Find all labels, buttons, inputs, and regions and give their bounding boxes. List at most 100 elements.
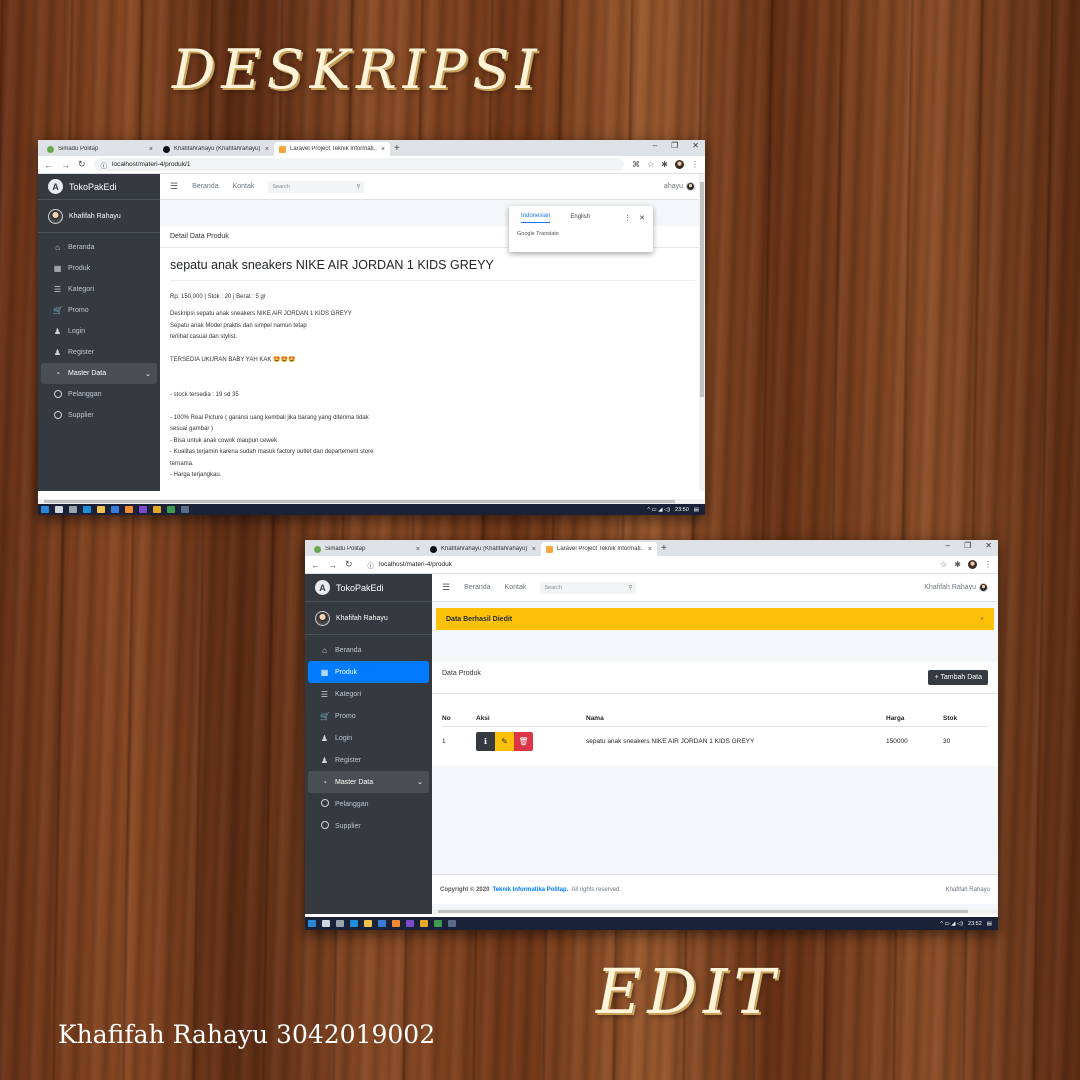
sidebar-item-master-data[interactable]: ◔ Master Data ⌄ — [41, 363, 157, 384]
delete-button[interactable]: 🗑 — [514, 731, 533, 751]
app-icon[interactable] — [434, 920, 442, 927]
hamburger-icon[interactable]: ☰ — [170, 181, 178, 192]
edit-button[interactable]: ✎ — [495, 731, 514, 751]
sidebar-item-supplier[interactable]: Supplier — [308, 815, 429, 837]
app-icon[interactable] — [153, 506, 161, 513]
user-panel[interactable]: Khafifah Rahayu — [38, 200, 160, 233]
chrome-icon[interactable] — [181, 506, 189, 513]
app-icon[interactable] — [406, 920, 414, 927]
sidebar-item-kategori[interactable]: ☰ Kategori — [41, 279, 157, 300]
task-view-icon[interactable] — [336, 920, 344, 927]
windows-start-icon[interactable] — [308, 920, 316, 927]
app-icon[interactable] — [167, 506, 175, 513]
search-icon[interactable] — [322, 920, 330, 927]
vertical-scrollbar[interactable] — [699, 174, 705, 491]
sidebar-item-beranda[interactable]: ⌂ Beranda — [41, 237, 157, 258]
new-tab-button[interactable]: + — [661, 542, 667, 556]
app-icon[interactable] — [125, 506, 133, 513]
close-icon[interactable]: × — [381, 146, 385, 153]
close-icon[interactable]: × — [980, 616, 984, 623]
store-icon[interactable] — [111, 506, 119, 513]
url-field[interactable]: ⓘ localhost/materi-4/produk/1 — [93, 158, 625, 171]
minimize-button[interactable]: – — [653, 141, 657, 150]
task-view-icon[interactable] — [69, 506, 77, 513]
folder-icon[interactable] — [97, 506, 105, 513]
search-input[interactable]: Search ⚲ — [268, 180, 365, 193]
nav-beranda[interactable]: Beranda — [192, 183, 218, 190]
back-icon[interactable]: ← — [44, 160, 53, 170]
folder-icon[interactable] — [364, 920, 372, 927]
sidebar-item-register[interactable]: ♟ Register — [41, 342, 157, 363]
user-menu[interactable]: ahayu — [664, 182, 695, 191]
search-input[interactable]: Search ⚲ — [540, 581, 637, 594]
notification-icon[interactable]: ▤ — [987, 921, 992, 927]
close-icon[interactable]: × — [149, 146, 153, 153]
forward-icon[interactable]: → — [328, 560, 337, 570]
search-icon[interactable] — [55, 506, 63, 513]
close-window-button[interactable]: ✕ — [692, 141, 699, 150]
browser-tab-github[interactable]: Khafifahrahayu (Khafifahrahayu) × — [425, 542, 541, 556]
extensions-icon[interactable]: ✱ — [661, 160, 668, 169]
sidebar-item-master-data[interactable]: ◔ Master Data ⌄ — [308, 771, 429, 793]
close-icon[interactable]: ✕ — [639, 214, 645, 222]
user-menu[interactable]: Khafifah Rahayu — [924, 583, 988, 592]
sidebar-item-supplier[interactable]: Supplier — [41, 405, 157, 426]
minimize-button[interactable]: – — [946, 541, 950, 550]
edge-icon[interactable] — [350, 920, 358, 927]
sidebar-item-produk[interactable]: ▦ Produk — [41, 258, 157, 279]
tray-icons[interactable]: ^ ▭ ◢ ◁) — [647, 507, 670, 513]
horizontal-scrollbar[interactable] — [432, 909, 998, 914]
chrome-icon[interactable] — [448, 920, 456, 927]
star-icon[interactable]: ☆ — [647, 160, 654, 169]
sidebar-item-pelanggan[interactable]: Pelanggan — [41, 384, 157, 405]
app-icon[interactable] — [139, 506, 147, 513]
sidebar-item-pelanggan[interactable]: Pelanggan — [308, 793, 429, 815]
reload-icon[interactable]: ↻ — [78, 159, 86, 170]
browser-tab-simadu[interactable]: Simadu Politap × — [309, 542, 425, 556]
translate-lang-english[interactable]: English — [570, 214, 590, 223]
nav-kontak[interactable]: Kontak — [505, 584, 527, 591]
add-data-button[interactable]: + Tambah Data — [928, 670, 988, 685]
menu-icon[interactable]: ⋮ — [691, 160, 699, 169]
close-icon[interactable]: × — [265, 146, 269, 153]
store-icon[interactable] — [378, 920, 386, 927]
user-panel[interactable]: Khafifah Rahayu — [305, 602, 432, 635]
sidebar-item-promo[interactable]: 🛒 Promo — [308, 705, 429, 727]
app-icon[interactable] — [420, 920, 428, 927]
profile-avatar[interactable] — [675, 160, 684, 169]
translate-icon[interactable]: ⌘ — [632, 160, 640, 169]
reload-icon[interactable]: ↻ — [345, 559, 353, 570]
sidebar-item-login[interactable]: ♟ Login — [308, 727, 429, 749]
more-icon[interactable]: ⋮ — [624, 214, 631, 222]
close-icon[interactable]: × — [416, 546, 420, 553]
back-icon[interactable]: ← — [311, 560, 320, 570]
browser-tab-laravel[interactable]: Laravel Project Teknik Informati... × — [274, 142, 390, 156]
brand[interactable]: A TokoPakEdi — [305, 574, 432, 602]
brand[interactable]: A TokoPakEdi — [38, 174, 160, 200]
new-tab-button[interactable]: + — [394, 142, 400, 156]
browser-tab-laravel[interactable]: Laravel Project Teknik Informati... × — [541, 542, 657, 556]
maximize-button[interactable]: ❐ — [671, 141, 678, 150]
star-icon[interactable]: ☆ — [940, 560, 947, 569]
profile-avatar[interactable] — [968, 560, 977, 569]
sidebar-item-promo[interactable]: 🛒 Promo — [41, 300, 157, 321]
search-icon[interactable]: ⚲ — [628, 585, 632, 591]
edge-icon[interactable] — [83, 506, 91, 513]
sidebar-item-beranda[interactable]: ⌂ Beranda — [308, 639, 429, 661]
windows-start-icon[interactable] — [41, 506, 49, 513]
sidebar-item-login[interactable]: ♟ Login — [41, 321, 157, 342]
extensions-icon[interactable]: ✱ — [954, 560, 961, 569]
sidebar-item-register[interactable]: ♟ Register — [308, 749, 429, 771]
close-window-button[interactable]: ✕ — [985, 541, 992, 550]
app-icon[interactable] — [392, 920, 400, 927]
tray-icons[interactable]: ^ ▭ ◢ ◁) — [940, 921, 963, 927]
maximize-button[interactable]: ❐ — [964, 541, 971, 550]
sidebar-item-kategori[interactable]: ☰ Kategori — [308, 683, 429, 705]
url-field[interactable]: ⓘ localhost/materi-4/produk — [360, 558, 933, 571]
nav-kontak[interactable]: Kontak — [233, 183, 255, 190]
forward-icon[interactable]: → — [61, 160, 70, 170]
translate-lang-indonesian[interactable]: Indonesian — [521, 213, 551, 223]
hamburger-icon[interactable]: ☰ — [442, 582, 450, 593]
close-icon[interactable]: × — [532, 546, 536, 553]
nav-beranda[interactable]: Beranda — [464, 584, 490, 591]
